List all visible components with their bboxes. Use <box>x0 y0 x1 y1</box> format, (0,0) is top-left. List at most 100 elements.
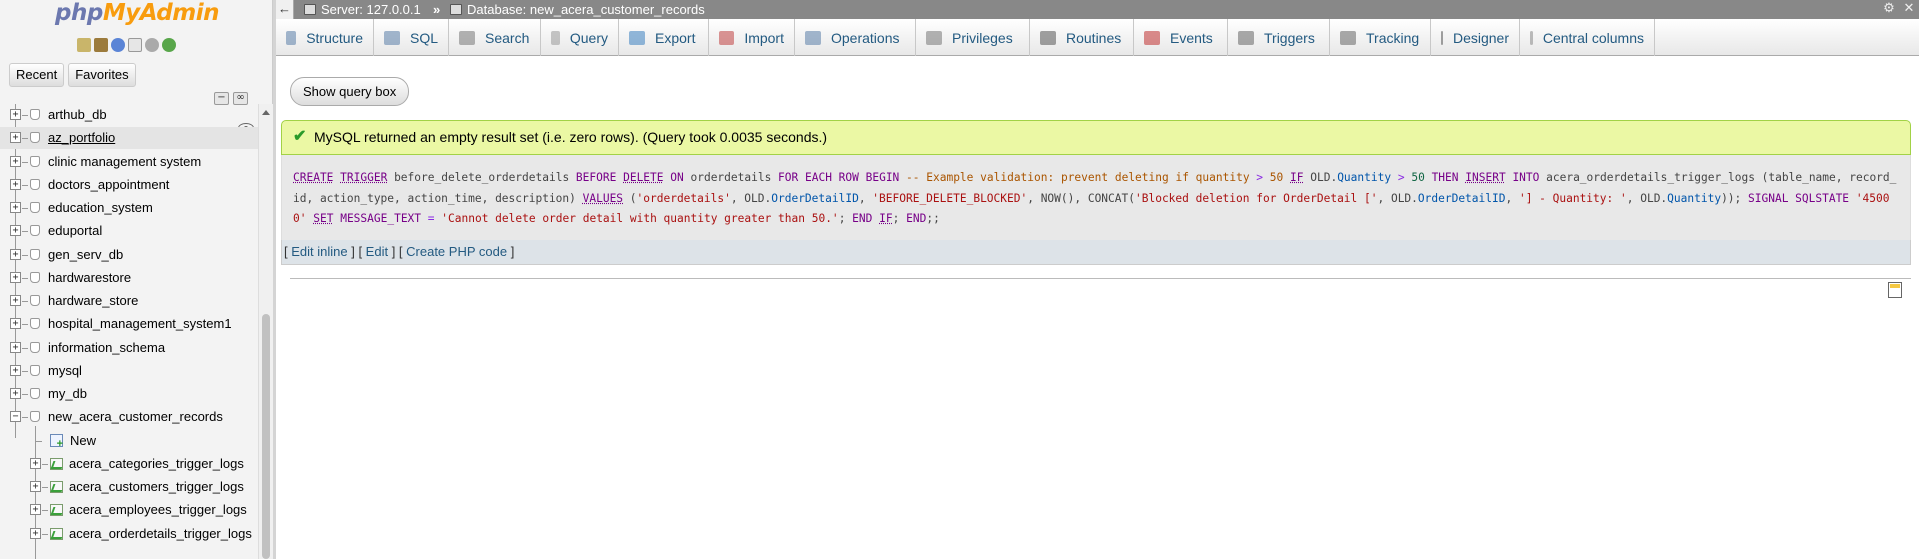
expand-icon[interactable]: + <box>10 295 21 306</box>
db-name: doctors_appointment <box>48 176 170 192</box>
new-table-item[interactable]: New <box>0 430 258 452</box>
table-item[interactable]: + acera_employees_trigger_logs <box>0 499 258 521</box>
table-icon <box>50 481 63 493</box>
breadcrumb-database[interactable]: Database: new_acera_customer_records <box>450 0 705 19</box>
breadcrumb-server[interactable]: Server: 127.0.0.1 <box>304 0 421 19</box>
show-query-box-button[interactable]: Show query box <box>290 77 410 106</box>
db-name: mysql <box>48 362 82 378</box>
success-message-text: MySQL returned an empty result set (i.e.… <box>314 129 828 145</box>
scroll-up-icon[interactable] <box>262 110 270 115</box>
table-item[interactable]: + acera_customers_trigger_logs <box>0 476 258 498</box>
db-item[interactable]: + hardwarestore <box>0 267 258 289</box>
sql-token: , <box>1626 191 1641 205</box>
tab-operations[interactable]: Operations <box>795 19 916 56</box>
db-item[interactable]: + az_portfolio <box>0 127 258 150</box>
tab-central-columns[interactable]: Central columns <box>1520 19 1655 56</box>
server-icon <box>304 4 316 15</box>
db-name: hardware_store <box>48 293 139 308</box>
query-icon <box>551 30 560 45</box>
sql-token: MESSAGE_TEXT <box>340 212 422 225</box>
sql-token: CREATE <box>293 171 334 184</box>
expand-icon[interactable]: + <box>10 109 21 120</box>
expand-icon[interactable]: + <box>10 248 21 260</box>
table-item[interactable]: + acera_orderdetails_trigger_logs <box>0 523 258 545</box>
db-item[interactable]: + eduportal <box>0 220 258 242</box>
favorites-button[interactable]: Favorites <box>68 63 136 87</box>
db-item[interactable]: + gen_serv_db <box>0 244 258 266</box>
expand-icon[interactable]: + <box>10 318 21 330</box>
edit-inline-link[interactable]: Edit inline <box>291 244 347 259</box>
sql-token: ; <box>892 212 907 225</box>
wrench-icon <box>805 30 821 45</box>
db-item[interactable]: − new_acera_customer_records <box>0 406 258 428</box>
designer-icon <box>1441 30 1443 45</box>
tree-line <box>22 161 28 163</box>
db-item[interactable]: + information_schema <box>0 337 258 359</box>
tab-sql[interactable]: SQL <box>374 19 449 56</box>
expand-icon[interactable]: + <box>10 178 21 190</box>
tab-search[interactable]: Search <box>449 19 541 56</box>
table-item[interactable]: + acera_categories_trigger_logs <box>0 453 258 475</box>
db-item[interactable]: + clinic management system <box>0 151 258 173</box>
collapse-icon[interactable]: − <box>10 411 21 423</box>
create-php-code-link[interactable]: Create PHP code <box>406 244 507 259</box>
tab-tracking[interactable]: Tracking <box>1330 19 1431 56</box>
tab-query[interactable]: Query <box>541 19 619 56</box>
tab-privileges[interactable]: Privileges <box>916 19 1030 56</box>
home-icon[interactable] <box>77 38 91 52</box>
tree-line <box>42 463 48 465</box>
expand-icon[interactable]: + <box>30 457 41 469</box>
tree-line <box>22 324 28 326</box>
sql-docs-icon[interactable] <box>128 38 142 52</box>
expand-icon[interactable]: + <box>10 155 21 167</box>
db-item[interactable]: + arthub_db <box>0 104 258 126</box>
expand-icon[interactable]: + <box>30 527 41 539</box>
db-name: hardwarestore <box>48 269 132 285</box>
collapse-nav-icon[interactable]: ← <box>276 0 294 19</box>
expand-icon[interactable]: + <box>30 504 41 516</box>
recent-button[interactable]: Recent <box>9 63 65 87</box>
page-settings-icon[interactable]: ⚙ <box>1882 1 1896 15</box>
tab-events[interactable]: Events <box>1134 19 1228 56</box>
sql-token: END <box>852 212 873 225</box>
docs-icon[interactable] <box>111 38 125 52</box>
tree-line <box>22 208 28 209</box>
tab-structure[interactable]: Structure <box>276 19 374 56</box>
settings-icon[interactable] <box>145 38 159 52</box>
expand-icon[interactable]: + <box>10 364 21 376</box>
reload-icon[interactable] <box>162 38 176 52</box>
sql-token: INTO <box>1512 171 1540 184</box>
db-item[interactable]: + my_db <box>0 383 258 405</box>
table-name: acera_customers_trigger_logs <box>69 479 244 494</box>
table-name: acera_orderdetails_trigger_logs <box>69 525 252 541</box>
console-icon[interactable] <box>1888 282 1902 298</box>
collapse-icon[interactable]: ✕ <box>1902 1 1916 15</box>
db-item[interactable]: + hardware_store <box>0 290 258 312</box>
tab-designer[interactable]: Designer <box>1431 19 1520 56</box>
nav-scrollbar[interactable] <box>258 104 273 559</box>
db-item[interactable]: + doctors_appointment <box>0 174 258 196</box>
tab-routines[interactable]: Routines <box>1030 19 1134 56</box>
export-icon <box>629 30 645 45</box>
edit-link[interactable]: Edit <box>366 244 388 259</box>
expand-icon[interactable]: + <box>30 481 41 492</box>
top-menu: Structure SQL Search Query Export Import Opera… <box>276 19 1919 56</box>
phpmyadmin-logo[interactable]: phpMyAdmin <box>55 0 219 30</box>
scroll-thumb[interactable] <box>262 314 270 559</box>
expand-icon[interactable]: + <box>10 225 21 237</box>
db-item[interactable]: + mysql <box>0 360 258 382</box>
sql-token: , <box>1505 191 1519 205</box>
logout-icon[interactable] <box>94 38 108 52</box>
db-item[interactable]: + education_system <box>0 197 258 219</box>
tab-export[interactable]: Export <box>619 19 709 56</box>
expand-icon[interactable]: + <box>10 132 21 144</box>
nav-resizer[interactable] <box>273 0 276 559</box>
expand-icon[interactable]: + <box>10 341 21 353</box>
db-item[interactable]: + hospital_management_system1 <box>0 313 258 335</box>
expand-icon[interactable]: + <box>10 202 21 213</box>
tab-import[interactable]: Import <box>709 19 795 56</box>
expand-icon[interactable]: + <box>10 271 21 283</box>
tab-triggers[interactable]: Triggers <box>1228 19 1330 56</box>
tab-label: Privileges <box>952 29 1013 46</box>
expand-icon[interactable]: + <box>10 388 21 399</box>
